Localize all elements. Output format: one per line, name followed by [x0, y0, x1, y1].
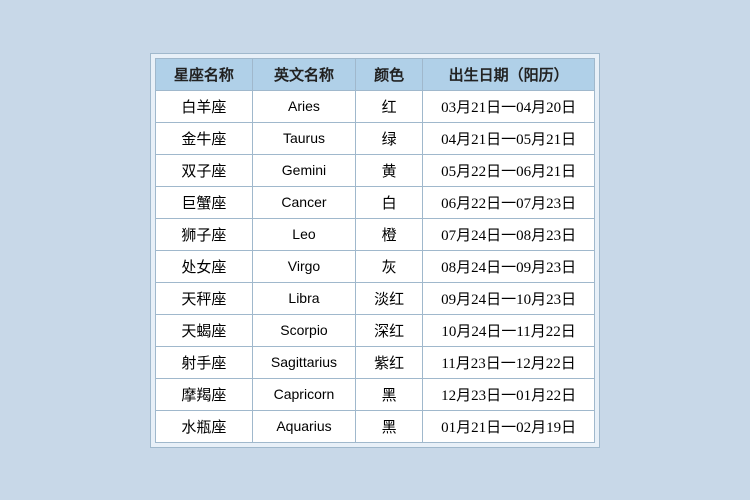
cell-chinese-name: 天秤座	[155, 282, 252, 314]
table-header-row: 星座名称英文名称颜色出生日期（阳历）	[155, 58, 594, 90]
cell-color: 黑	[356, 410, 423, 442]
cell-english-name: Scorpio	[252, 314, 355, 346]
table-row: 狮子座Leo橙07月24日一08月23日	[155, 218, 594, 250]
zodiac-table-wrapper: 星座名称英文名称颜色出生日期（阳历） 白羊座Aries红03月21日一04月20…	[150, 53, 600, 448]
table-row: 巨蟹座Cancer白06月22日一07月23日	[155, 186, 594, 218]
cell-english-name: Virgo	[252, 250, 355, 282]
column-header: 英文名称	[252, 58, 355, 90]
table-row: 摩羯座Capricorn黑12月23日一01月22日	[155, 378, 594, 410]
cell-chinese-name: 摩羯座	[155, 378, 252, 410]
table-row: 天蝎座Scorpio深红10月24日一11月22日	[155, 314, 594, 346]
cell-chinese-name: 处女座	[155, 250, 252, 282]
table-row: 水瓶座Aquarius黑01月21日一02月19日	[155, 410, 594, 442]
table-row: 金牛座Taurus绿04月21日一05月21日	[155, 122, 594, 154]
table-row: 射手座Sagittarius紫红11月23日一12月22日	[155, 346, 594, 378]
cell-date-range: 08月24日一09月23日	[423, 250, 595, 282]
cell-english-name: Aries	[252, 90, 355, 122]
cell-english-name: Libra	[252, 282, 355, 314]
cell-english-name: Leo	[252, 218, 355, 250]
table-row: 处女座Virgo灰08月24日一09月23日	[155, 250, 594, 282]
cell-chinese-name: 巨蟹座	[155, 186, 252, 218]
cell-chinese-name: 金牛座	[155, 122, 252, 154]
table-row: 白羊座Aries红03月21日一04月20日	[155, 90, 594, 122]
cell-date-range: 01月21日一02月19日	[423, 410, 595, 442]
cell-date-range: 10月24日一11月22日	[423, 314, 595, 346]
cell-english-name: Cancer	[252, 186, 355, 218]
cell-color: 深红	[356, 314, 423, 346]
cell-chinese-name: 射手座	[155, 346, 252, 378]
cell-color: 淡红	[356, 282, 423, 314]
cell-date-range: 09月24日一10月23日	[423, 282, 595, 314]
cell-date-range: 03月21日一04月20日	[423, 90, 595, 122]
cell-english-name: Sagittarius	[252, 346, 355, 378]
cell-color: 黑	[356, 378, 423, 410]
cell-color: 紫红	[356, 346, 423, 378]
cell-date-range: 11月23日一12月22日	[423, 346, 595, 378]
cell-color: 橙	[356, 218, 423, 250]
cell-english-name: Aquarius	[252, 410, 355, 442]
cell-date-range: 04月21日一05月21日	[423, 122, 595, 154]
cell-chinese-name: 狮子座	[155, 218, 252, 250]
cell-color: 黄	[356, 154, 423, 186]
zodiac-table: 星座名称英文名称颜色出生日期（阳历） 白羊座Aries红03月21日一04月20…	[155, 58, 595, 443]
cell-chinese-name: 水瓶座	[155, 410, 252, 442]
cell-chinese-name: 双子座	[155, 154, 252, 186]
cell-date-range: 12月23日一01月22日	[423, 378, 595, 410]
cell-date-range: 06月22日一07月23日	[423, 186, 595, 218]
cell-color: 红	[356, 90, 423, 122]
cell-color: 白	[356, 186, 423, 218]
cell-color: 灰	[356, 250, 423, 282]
cell-english-name: Capricorn	[252, 378, 355, 410]
cell-chinese-name: 天蝎座	[155, 314, 252, 346]
cell-english-name: Taurus	[252, 122, 355, 154]
cell-date-range: 05月22日一06月21日	[423, 154, 595, 186]
cell-chinese-name: 白羊座	[155, 90, 252, 122]
table-row: 双子座Gemini黄05月22日一06月21日	[155, 154, 594, 186]
cell-english-name: Gemini	[252, 154, 355, 186]
column-header: 出生日期（阳历）	[423, 58, 595, 90]
table-row: 天秤座Libra淡红09月24日一10月23日	[155, 282, 594, 314]
column-header: 颜色	[356, 58, 423, 90]
cell-color: 绿	[356, 122, 423, 154]
column-header: 星座名称	[155, 58, 252, 90]
cell-date-range: 07月24日一08月23日	[423, 218, 595, 250]
